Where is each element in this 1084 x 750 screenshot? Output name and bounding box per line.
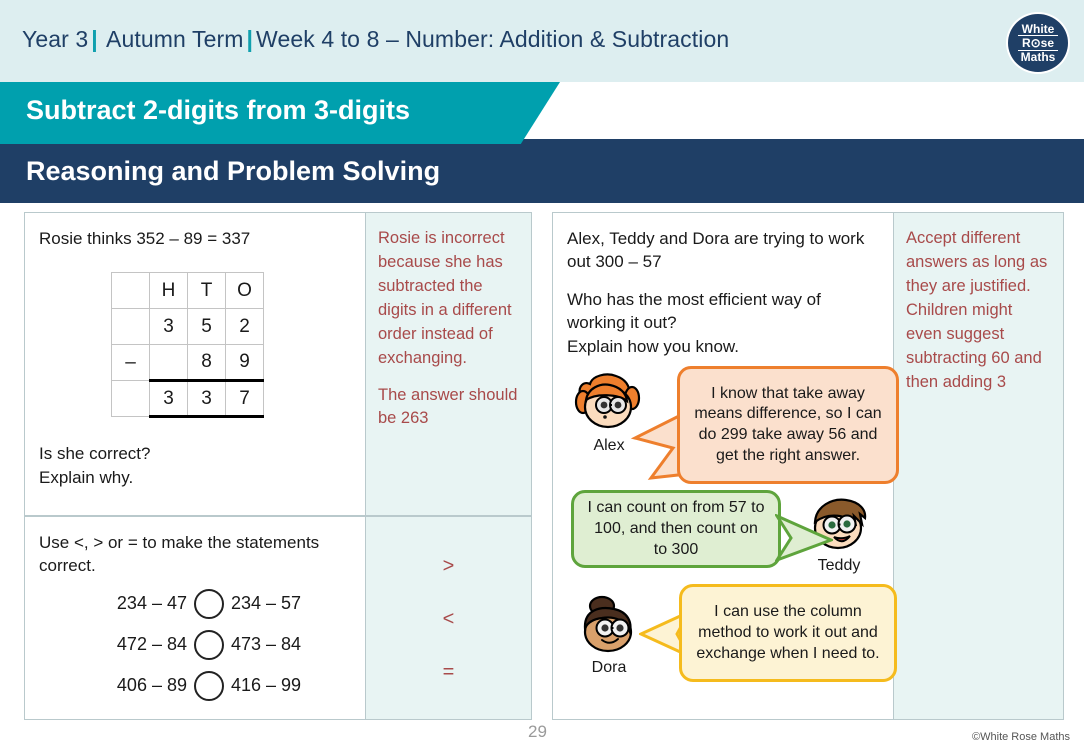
answer-symbol-1: >	[442, 554, 455, 577]
header-separator-1: |	[91, 26, 98, 52]
dora-name-label: Dora	[591, 659, 627, 677]
comparison-statements: 234 – 47 234 – 57 472 – 84 473 – 84 406 …	[39, 588, 353, 701]
table-row: H T O	[111, 272, 264, 310]
teddy-speech-bubble: I can count on from 57 to 100, and then …	[571, 490, 781, 569]
alex-speech-bubble: I know that take away means difference, …	[677, 366, 899, 485]
left-column: Rosie thinks 352 – 89 = 337 H T O 3 5 2	[24, 212, 532, 720]
copyright-notice: ©White Rose Maths	[972, 731, 1070, 743]
statement-2-left: 472 – 84	[116, 634, 187, 655]
list-item: 472 – 84 473 – 84	[39, 629, 353, 660]
cell-answer-ones: 7	[225, 380, 264, 419]
question-2-answer: > < =	[365, 517, 531, 719]
statement-3-right: 416 – 99	[231, 675, 302, 696]
cell-sign-3	[111, 380, 150, 418]
question-3-prompt-5: Explain how you know.	[567, 336, 739, 356]
dora-face-icon	[572, 594, 646, 658]
header-week: Week 4 to 8 – Number: Addition & Subtrac…	[256, 26, 730, 52]
answer-symbol-2: <	[442, 607, 455, 630]
character-row-teddy: Teddy I can count on from 57 to 100, and…	[567, 490, 881, 586]
page-number: 29	[528, 722, 547, 741]
character-row-dora: Dora I can use the column method to work…	[567, 584, 897, 690]
cell-subtrahend-tens: 8	[187, 344, 226, 383]
cell-header-tens: T	[187, 272, 226, 310]
question-1-answer-p2: The answer should be 263	[378, 385, 518, 428]
question-1-followup-2: Explain why.	[39, 467, 134, 487]
question-2-block: Use <, > or = to make the statements cor…	[24, 516, 532, 720]
statement-1-answer-circle[interactable]	[194, 588, 224, 619]
logo-line-1: White	[1021, 21, 1055, 36]
question-1-prompt: Rosie thinks 352 – 89 = 337	[39, 229, 251, 248]
cell-sign-1	[111, 308, 150, 346]
question-3-answer-text: Accept different answers as long as they…	[906, 229, 1048, 391]
cell-header-sign	[111, 272, 150, 310]
cell-minuend-hundreds: 3	[149, 308, 188, 346]
question-3-prompt-4: working it out?	[567, 313, 677, 333]
logo-line-3: Maths	[1020, 50, 1056, 65]
question-2-prompt-1: Use <, > or = to make the statements	[39, 533, 320, 552]
lesson-title: Subtract 2-digits from 3-digits	[26, 95, 411, 125]
question-3-prompt-2: out 300 – 57	[567, 252, 662, 272]
question-1-followup-1: Is she correct?	[39, 444, 151, 464]
question-1-body: Rosie thinks 352 – 89 = 337 H T O 3 5 2	[25, 213, 365, 515]
cell-header-ones: O	[225, 272, 264, 310]
table-row: 3 5 2	[111, 308, 264, 346]
header-breadcrumb: Year 3 | Autumn Term | Week 4 to 8 – Number…	[22, 26, 729, 53]
cell-subtrahend-ones: 9	[225, 344, 264, 383]
table-row: 3 3 7	[111, 380, 264, 419]
cell-answer-hundreds: 3	[149, 380, 188, 419]
statement-3-answer-circle[interactable]	[194, 670, 224, 701]
cell-minuend-ones: 2	[225, 308, 264, 346]
question-1-answer-p1: Rosie is incorrect because she has subtr…	[378, 229, 512, 367]
statement-2-right: 473 – 84	[231, 634, 302, 655]
statement-1-right: 234 – 57	[231, 593, 302, 614]
question-3-block: Alex, Teddy and Dora are trying to work …	[552, 212, 1064, 720]
cell-minuend-tens: 5	[187, 308, 226, 346]
cell-minus-sign: –	[111, 344, 150, 382]
table-row: – 8 9	[111, 344, 264, 383]
header-year: Year 3	[22, 26, 89, 52]
list-item: 406 – 89 416 – 99	[39, 670, 353, 701]
question-1-answer: Rosie is incorrect because she has subtr…	[365, 213, 531, 515]
cell-header-hundreds: H	[149, 272, 188, 310]
question-2-body: Use <, > or = to make the statements cor…	[25, 517, 365, 719]
question-3-answer: Accept different answers as long as they…	[893, 213, 1063, 719]
answer-symbol-3: =	[442, 660, 455, 683]
header-separator-2: |	[246, 26, 254, 52]
right-column: Alex, Teddy and Dora are trying to work …	[552, 212, 1064, 720]
character-row-alex: Alex I know that take away means differe…	[567, 366, 899, 486]
place-value-table: H T O 3 5 2 – 8 9 3 3 7	[111, 272, 264, 419]
question-2-prompt-2: correct.	[39, 556, 96, 576]
question-3-prompt-1: Alex, Teddy and Dora are trying to work	[567, 229, 865, 248]
cell-subtrahend-hundreds	[149, 344, 188, 383]
question-1-block: Rosie thinks 352 – 89 = 337 H T O 3 5 2	[24, 212, 532, 516]
worksheet-content: Rosie thinks 352 – 89 = 337 H T O 3 5 2	[24, 212, 1064, 720]
cell-answer-tens: 3	[187, 380, 226, 419]
question-3-body: Alex, Teddy and Dora are trying to work …	[553, 213, 899, 719]
question-2-answer-symbols: > < =	[378, 531, 519, 707]
teddy-bubble-tail	[775, 514, 833, 563]
section-title: Reasoning and Problem Solving	[26, 156, 441, 186]
statement-2-answer-circle[interactable]	[194, 629, 224, 660]
header-term: Autumn Term	[106, 26, 244, 52]
white-rose-maths-logo: White R⊙se Maths	[1006, 12, 1070, 74]
logo-line-2: R⊙se	[1018, 34, 1058, 52]
dora-speech-bubble: I can use the column method to work it o…	[679, 584, 897, 683]
list-item: 234 – 47 234 – 57	[39, 588, 353, 619]
statement-1-left: 234 – 47	[116, 593, 187, 614]
statement-3-left: 406 – 89	[116, 675, 187, 696]
question-3-prompt-3: Who has the most efficient way of	[567, 289, 821, 309]
